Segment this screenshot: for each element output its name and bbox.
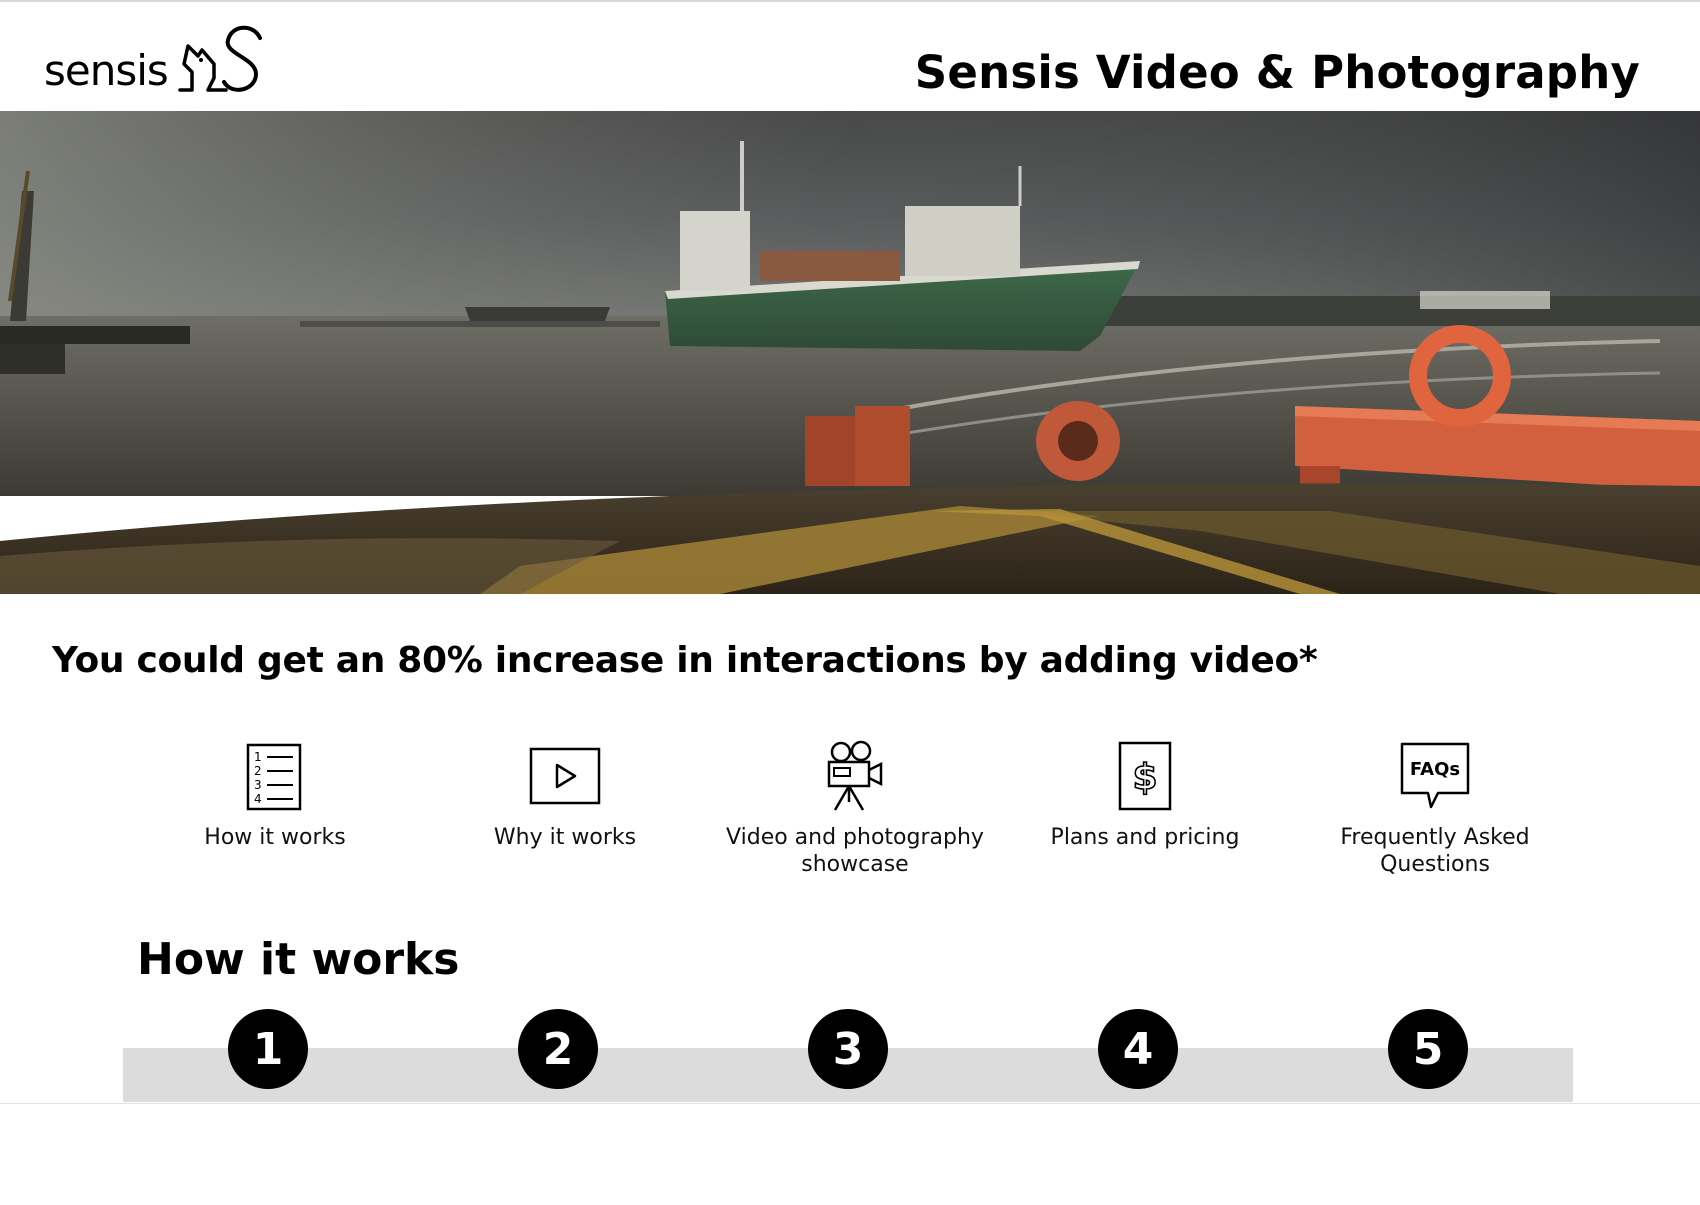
harbour-photo: [0, 111, 1700, 594]
sensis-logo-mark-icon: [178, 25, 262, 92]
headline: You could get an 80% increase in interac…: [52, 640, 1318, 681]
svg-text:1: 1: [254, 750, 262, 764]
quicklink-why-it-works[interactable]: Why it works: [420, 738, 710, 851]
section-title-how-it-works: How it works: [137, 934, 460, 985]
quicklink-label: How it works: [204, 825, 346, 850]
step-5[interactable]: 5: [1388, 1009, 1468, 1089]
quicklink-showcase[interactable]: Video and photography showcase: [710, 738, 1000, 878]
film-camera-icon: [815, 738, 895, 814]
faq-icon-text: FAQs: [1410, 759, 1460, 780]
quicklink-label: Video and photography showcase: [726, 825, 984, 877]
numbered-list-icon: 1 2 3 4: [235, 738, 315, 814]
quicklink-label: Frequently Asked Questions: [1340, 825, 1530, 877]
faq-bubble-icon: FAQs: [1395, 738, 1475, 814]
hero-banner-image: [0, 111, 1700, 594]
quicklink-label: Plans and pricing: [1050, 825, 1240, 850]
svg-text:4: 4: [254, 792, 262, 806]
step-2[interactable]: 2: [518, 1009, 598, 1089]
bottom-divider: [0, 1103, 1700, 1104]
svg-text:2: 2: [254, 764, 262, 778]
site-header: sensis Sensis Video & Photography: [0, 2, 1700, 111]
dollar-icon: $: [1105, 738, 1185, 814]
quicklink-faqs[interactable]: FAQs Frequently Asked Questions: [1290, 738, 1580, 878]
svg-text:$: $: [1132, 757, 1157, 798]
step-1[interactable]: 1: [228, 1009, 308, 1089]
quicklink-plans-pricing[interactable]: $ Plans and pricing: [1000, 738, 1290, 851]
logo-wordmark: sensis: [44, 46, 169, 95]
quicklink-label: Why it works: [493, 825, 637, 850]
page-title: Sensis Video & Photography: [914, 46, 1640, 99]
step-3[interactable]: 3: [808, 1009, 888, 1089]
step-4[interactable]: 4: [1098, 1009, 1178, 1089]
quicklink-how-it-works[interactable]: 1 2 3 4 How it works: [130, 738, 420, 851]
quicklinks-nav: 1 2 3 4 How it works Why it works Video …: [130, 738, 1580, 888]
play-icon: [525, 738, 605, 814]
svg-text:3: 3: [254, 778, 262, 792]
sensis-logo[interactable]: sensis: [44, 16, 266, 96]
